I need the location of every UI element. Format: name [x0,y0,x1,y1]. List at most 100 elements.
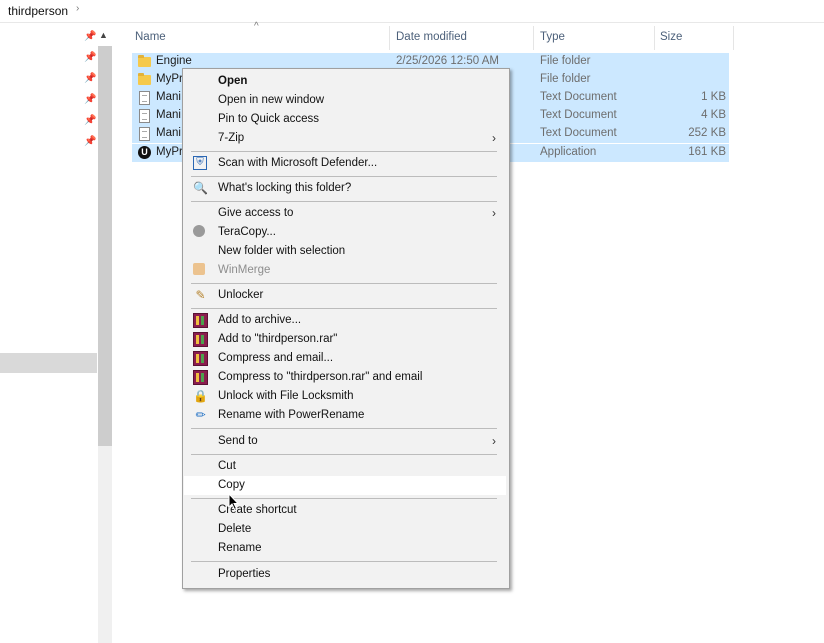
text-file-icon [139,109,150,123]
file-name: MyPr [156,146,183,158]
file-type: Text Document [540,109,617,121]
menu-item-label: Properties [218,568,271,580]
menu-item-label: Give access to [218,207,294,219]
menu-item-unlock-locksmith[interactable]: 🔒 Unlock with File Locksmith [184,387,506,406]
menu-item-give-access[interactable]: Give access to › [184,204,506,223]
submenu-arrow-icon: › [492,434,496,448]
menu-item-pin-quick-access[interactable]: Pin to Quick access [184,110,506,129]
column-header-type[interactable]: Type [540,31,565,53]
winmerge-icon [193,263,205,275]
column-divider[interactable] [654,26,655,50]
winrar-icon [193,370,208,385]
menu-item-whats-locking[interactable]: 🔍 What's locking this folder? [184,179,506,198]
file-type: File folder [540,55,591,67]
menu-item-open[interactable]: Open [184,72,506,91]
menu-item-7zip[interactable]: 7-Zip › [184,129,506,148]
menu-item-properties[interactable]: Properties [184,565,506,584]
menu-separator [191,454,497,455]
menu-item-delete[interactable]: Delete [184,520,506,539]
magic-wand-icon: ✎ [195,288,206,302]
menu-item-send-to[interactable]: Send to › [184,432,506,451]
menu-item-label: Pin to Quick access [218,113,319,125]
navigation-pane: 📌 📌 📌 📌 📌 📌 [0,22,114,643]
pin-icon[interactable]: 📌 [84,53,96,63]
menu-item-compress-email[interactable]: Compress and email... [184,349,506,368]
folder-icon [138,55,151,67]
menu-item-winmerge[interactable]: WinMerge [184,261,506,280]
menu-item-unlocker[interactable]: ✎ Unlocker [184,286,506,305]
pin-icon[interactable]: 📌 [84,137,96,147]
menu-separator [191,561,497,562]
menu-item-cut[interactable]: Cut [184,457,506,476]
submenu-arrow-icon: › [492,131,496,145]
menu-item-label: Copy [218,479,245,491]
scroll-up-arrow-icon[interactable]: ▲ [99,30,108,40]
column-divider[interactable] [389,26,390,50]
folder-icon [138,73,151,85]
menu-separator [191,176,497,177]
nav-scrollbar-thumb[interactable] [98,46,112,446]
menu-item-label: Compress to "thirdperson.rar" and email [218,371,423,383]
menu-item-label: WinMerge [218,264,271,276]
column-divider[interactable] [733,26,734,50]
menu-separator [191,428,497,429]
menu-item-label: Open [218,75,248,87]
teracopy-icon [193,225,205,237]
column-header-date[interactable]: Date modified [396,31,467,53]
file-name: Mani [156,91,181,103]
breadcrumb-folder[interactable]: thirdperson [8,4,68,18]
menu-item-label: Open in new window [218,94,325,106]
menu-item-label: 7-Zip [218,132,245,144]
menu-item-open-new-window[interactable]: Open in new window [184,91,506,110]
menu-item-label: Unlocker [218,289,264,301]
menu-item-power-rename[interactable]: ✏ Rename with PowerRename [184,406,506,425]
menu-item-label: Unlock with File Locksmith [218,390,354,402]
winrar-icon [193,313,208,328]
file-size: 4 KB [701,109,726,121]
mouse-pointer-icon [228,493,240,511]
pin-icon[interactable]: 📌 [84,32,96,42]
winrar-icon [193,351,208,366]
menu-item-label: Compress and email... [218,352,334,364]
pin-icon[interactable]: 📌 [84,95,96,105]
menu-separator [191,151,497,152]
menu-separator [191,308,497,309]
menu-item-label: Add to "thirdperson.rar" [218,333,338,345]
menu-item-add-archive[interactable]: Add to archive... [184,311,506,330]
address-bar[interactable]: thirdperson › [0,0,824,23]
file-name: Engine [156,55,192,67]
chevron-right-icon[interactable]: › [76,3,79,14]
menu-item-add-rar[interactable]: Add to "thirdperson.rar" [184,330,506,349]
text-file-icon [139,91,150,105]
magnifier-lock-icon: 🔍 [193,181,208,195]
menu-item-new-folder-selection[interactable]: New folder with selection [184,242,506,261]
menu-item-label: Send to [218,435,258,447]
file-date: 2/25/2026 12:50 AM [396,55,499,67]
column-header-size[interactable]: Size [660,31,682,53]
menu-item-label: New folder with selection [218,245,346,257]
column-divider[interactable] [533,26,534,50]
file-type: File folder [540,73,591,85]
file-size: 161 KB [688,146,726,158]
menu-separator [191,283,497,284]
file-name: MyPr [156,73,183,85]
pin-icon[interactable]: 📌 [84,116,96,126]
menu-item-label: What's locking this folder? [218,182,352,194]
file-type: Application [540,146,597,158]
menu-item-label: Rename [218,542,262,554]
menu-item-label: Add to archive... [218,314,302,326]
menu-item-compress-rar-email[interactable]: Compress to "thirdperson.rar" and email [184,368,506,387]
nav-selected-item[interactable] [0,353,97,373]
menu-item-scan-defender[interactable]: ⛨ Scan with Microsoft Defender... [184,154,506,173]
winrar-icon [193,332,208,347]
pin-icon[interactable]: 📌 [84,74,96,84]
menu-item-label: Delete [218,523,252,535]
menu-item-rename[interactable]: Rename [184,539,506,558]
menu-item-label: TeraCopy... [218,226,276,238]
file-size: 1 KB [701,91,726,103]
menu-item-teracopy[interactable]: TeraCopy... [184,223,506,242]
file-type: Text Document [540,127,617,139]
column-header-name[interactable]: Name [135,31,166,53]
menu-item-label: Cut [218,460,236,472]
power-rename-icon: ✏ [195,408,206,422]
